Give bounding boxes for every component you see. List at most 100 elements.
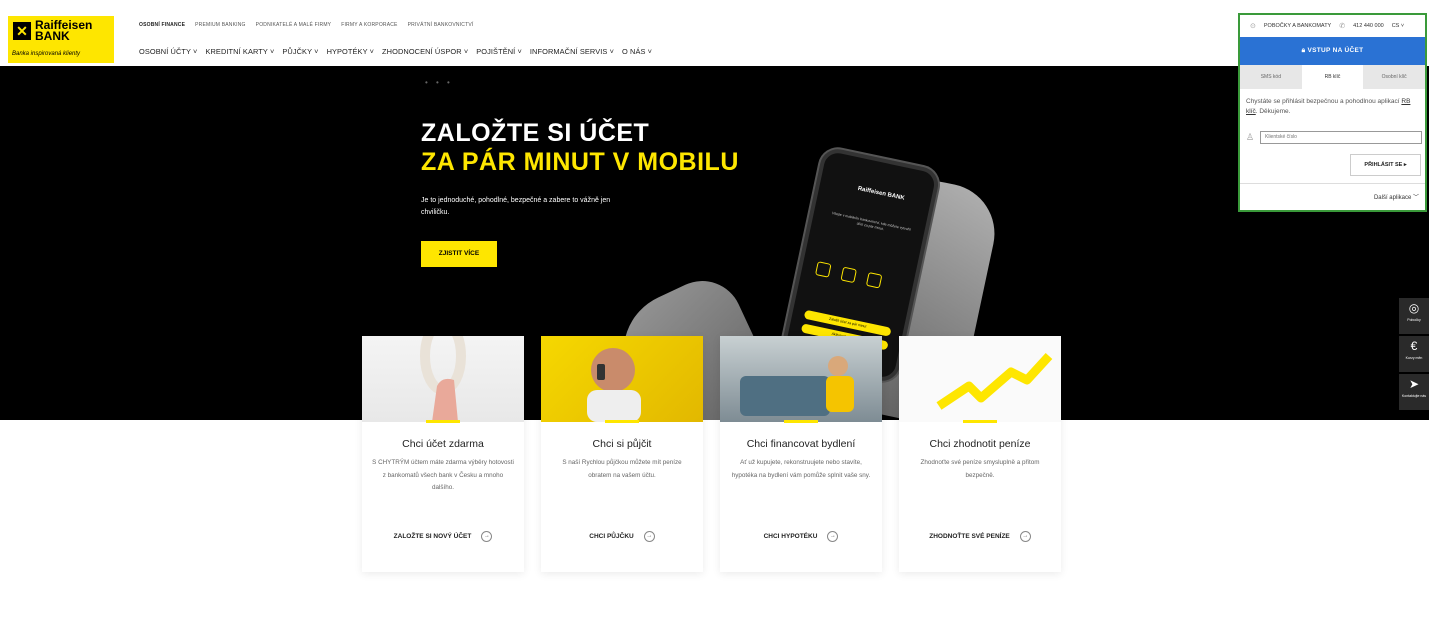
login-panel: ⊙ POBOČKY A BANKOMATY ✆ 412 440 000 CS ˅…	[1238, 13, 1427, 212]
card-image	[541, 336, 703, 422]
main-nav-item[interactable]: O NÁS ˅	[622, 47, 652, 56]
woman-sofa-photo	[740, 356, 854, 416]
phone-text: Vítejte v mobilním bankovnictví, kde můž…	[831, 211, 912, 232]
card-free-account[interactable]: Chci účet zdarma S CHYTRÝM účtem máte zd…	[362, 336, 524, 572]
language-select[interactable]: CS ˅	[1392, 23, 1404, 29]
logo-mark-icon: ✕	[13, 22, 31, 40]
hero-description: Je to jednoduché, pohodlné, bezpečné a z…	[421, 197, 611, 216]
arrow-right-icon: →	[1019, 531, 1031, 542]
bag-icon	[865, 271, 883, 289]
main-nav-item[interactable]: POJIŠTĚNÍ ˅	[476, 47, 522, 56]
divider	[1240, 183, 1425, 184]
phone-icon: ✆	[1339, 23, 1346, 30]
side-widget-branches[interactable]: ◎ Pobočky	[1399, 298, 1429, 334]
card-accent-bar	[426, 420, 460, 423]
hand-ring-illustration	[420, 336, 466, 422]
side-widget-contact[interactable]: ➤ Kontaktujte nás	[1399, 374, 1429, 410]
card-cta-label: CHCI PŮJČKU	[589, 533, 634, 540]
login-topbar: ⊙ POBOČKY A BANKOMATY ✆ 412 440 000 CS ˅	[1240, 15, 1425, 37]
segment-link[interactable]: FIRMY A KORPORACE	[341, 22, 397, 28]
segment-nav: OSOBNÍ FINANCE PREMIUM BANKING PODNIKATE…	[139, 22, 474, 28]
hero-title-highlight: ZA PÁR MINUT V MOBILU	[421, 148, 739, 176]
main-nav-item[interactable]: KREDITNÍ KARTY ˅	[205, 47, 274, 56]
site-header: ✕ Raiffeisen BANK Banka inspirovaná klie…	[0, 0, 1429, 66]
card-icon	[814, 261, 832, 278]
card-accent-bar	[963, 420, 997, 423]
main-nav-item[interactable]: HYPOTÉKY ˅	[327, 47, 374, 56]
card-text: Ať už kupujete, rekonstruujete nebo stav…	[731, 459, 871, 479]
card-mortgage[interactable]: Chci financovat bydlení Ať už kupujete, …	[720, 336, 882, 572]
card-image	[720, 336, 882, 422]
more-apps-toggle[interactable]: Další aplikace ﹀	[1374, 192, 1419, 201]
card-savings[interactable]: Chci zhodnotit peníze Zhodnoťte své pení…	[899, 336, 1061, 572]
card-accent-bar	[784, 420, 818, 423]
location-pin-icon: ⊙	[1250, 23, 1256, 30]
card-text: S CHYTRÝM účtem máte zdarma výběry hotov…	[372, 459, 514, 491]
main-nav-item[interactable]: ZHODNOCENÍ ÚSPOR ˅	[382, 47, 468, 56]
side-widget-label: Pobočky	[1407, 318, 1421, 322]
lock-icon: 🔒︎	[1301, 47, 1306, 54]
card-title: Chci zhodnotit peníze	[929, 438, 1031, 450]
card-cta[interactable]: CHCI PŮJČKU →	[541, 531, 703, 542]
learn-more-button[interactable]: ZJISTIT VÍCE	[421, 241, 497, 267]
login-method-tabs: SMS kód RB klíč Osobní klíč	[1240, 65, 1425, 89]
card-text: S naší Rychlou půjčkou můžete mít peníze…	[562, 459, 682, 479]
card-accent-bar	[605, 420, 639, 423]
coin-icon	[840, 266, 858, 284]
login-description-end: . Děkujeme.	[1255, 108, 1291, 115]
sign-in-button[interactable]: PŘIHLÁSIT SE ▸	[1350, 154, 1421, 176]
side-widget-label: Kurzy měn	[1405, 356, 1423, 360]
phone-icons	[814, 261, 883, 289]
euro-icon: €	[1410, 339, 1418, 353]
card-text: Zhodnoťte své peníze smysluplně a přitom…	[920, 459, 1040, 479]
bank-logo[interactable]: ✕ Raiffeisen BANK Banka inspirovaná klie…	[8, 16, 114, 63]
card-loan[interactable]: Chci si půjčit S naší Rychlou půjčkou mů…	[541, 336, 703, 572]
card-title: Chci financovat bydlení	[746, 438, 856, 450]
hero-banner: Raiffeisen BANK Vítejte v mobilním banko…	[0, 66, 1429, 420]
main-nav-item[interactable]: INFORMAČNÍ SERVIS ˅	[530, 47, 614, 56]
card-cta[interactable]: ZALOŽTE SI NOVÝ ÚČET →	[362, 531, 524, 542]
login-description: Chystáte se přihlásit bezpečnou a pohodl…	[1246, 97, 1422, 117]
card-cta-label: ZHODNOŤTE SVÉ PENÍZE	[929, 533, 1010, 540]
login-description-start: Chystáte se přihlásit bezpečnou a pohodl…	[1246, 98, 1402, 105]
logo-tagline: Banka inspirovaná klienty	[12, 51, 81, 57]
tab-personal-key[interactable]: Osobní klíč	[1363, 65, 1425, 89]
client-number-input[interactable]	[1260, 130, 1422, 144]
side-widget-label: Kontaktujte nás	[1401, 394, 1427, 398]
card-image	[362, 336, 524, 422]
card-cta[interactable]: ZHODNOŤTE SVÉ PENÍZE →	[899, 531, 1061, 542]
tab-rb-key[interactable]: RB klíč	[1301, 65, 1364, 89]
side-widget-exchange-rates[interactable]: € Kurzy měn	[1399, 336, 1429, 372]
segment-link[interactable]: PRIVÁTNÍ BANKOVNICTVÍ	[408, 22, 474, 28]
card-cta-label: CHCI HYPOTÉKU	[763, 533, 818, 540]
card-title: Chci si půjčit	[592, 438, 652, 450]
phone-number[interactable]: 412 440 000	[1353, 23, 1384, 29]
card-image	[899, 336, 1061, 422]
logo-name: Raiffeisen BANK	[35, 18, 93, 43]
phone-logo: Raiffeisen BANK	[857, 185, 906, 202]
card-cta[interactable]: CHCI HYPOTÉKU →	[720, 531, 882, 542]
segment-link[interactable]: PREMIUM BANKING	[195, 22, 246, 28]
arrow-right-icon: →	[643, 531, 655, 542]
hero-title: ZALOŽTE SI ÚČET	[421, 119, 650, 147]
tab-sms-code[interactable]: SMS kód	[1240, 65, 1302, 89]
arrow-right-icon: →	[827, 531, 839, 542]
account-login-button[interactable]: 🔒︎ VSTUP NA ÚČET	[1240, 37, 1425, 65]
growth-arrow-illustration	[936, 352, 1053, 410]
account-login-label: VSTUP NA ÚČET	[1307, 47, 1364, 54]
send-icon: ➤	[1408, 377, 1420, 391]
segment-link[interactable]: PODNIKATELÉ A MALÉ FIRMY	[256, 22, 332, 28]
location-pin-icon: ◎	[1408, 301, 1420, 315]
arrow-right-icon: →	[481, 531, 493, 542]
segment-link[interactable]: OSOBNÍ FINANCE	[139, 22, 185, 28]
man-phone-photo	[587, 348, 641, 422]
card-cta-label: ZALOŽTE SI NOVÝ ÚČET	[393, 533, 472, 540]
card-title: Chci účet zdarma	[402, 438, 484, 450]
carousel-dots[interactable]: • • •	[425, 78, 453, 87]
main-nav-item[interactable]: OSOBNÍ ÚČTY ˅	[139, 47, 197, 56]
main-nav: OSOBNÍ ÚČTY ˅ KREDITNÍ KARTY ˅ PŮJČKY ˅ …	[139, 47, 652, 56]
user-icon: ♙	[1246, 132, 1255, 142]
main-nav-item[interactable]: PŮJČKY ˅	[282, 47, 318, 56]
branches-link[interactable]: POBOČKY A BANKOMATY	[1264, 23, 1331, 29]
page: ✕ Raiffeisen BANK Banka inspirovaná klie…	[0, 0, 1429, 619]
